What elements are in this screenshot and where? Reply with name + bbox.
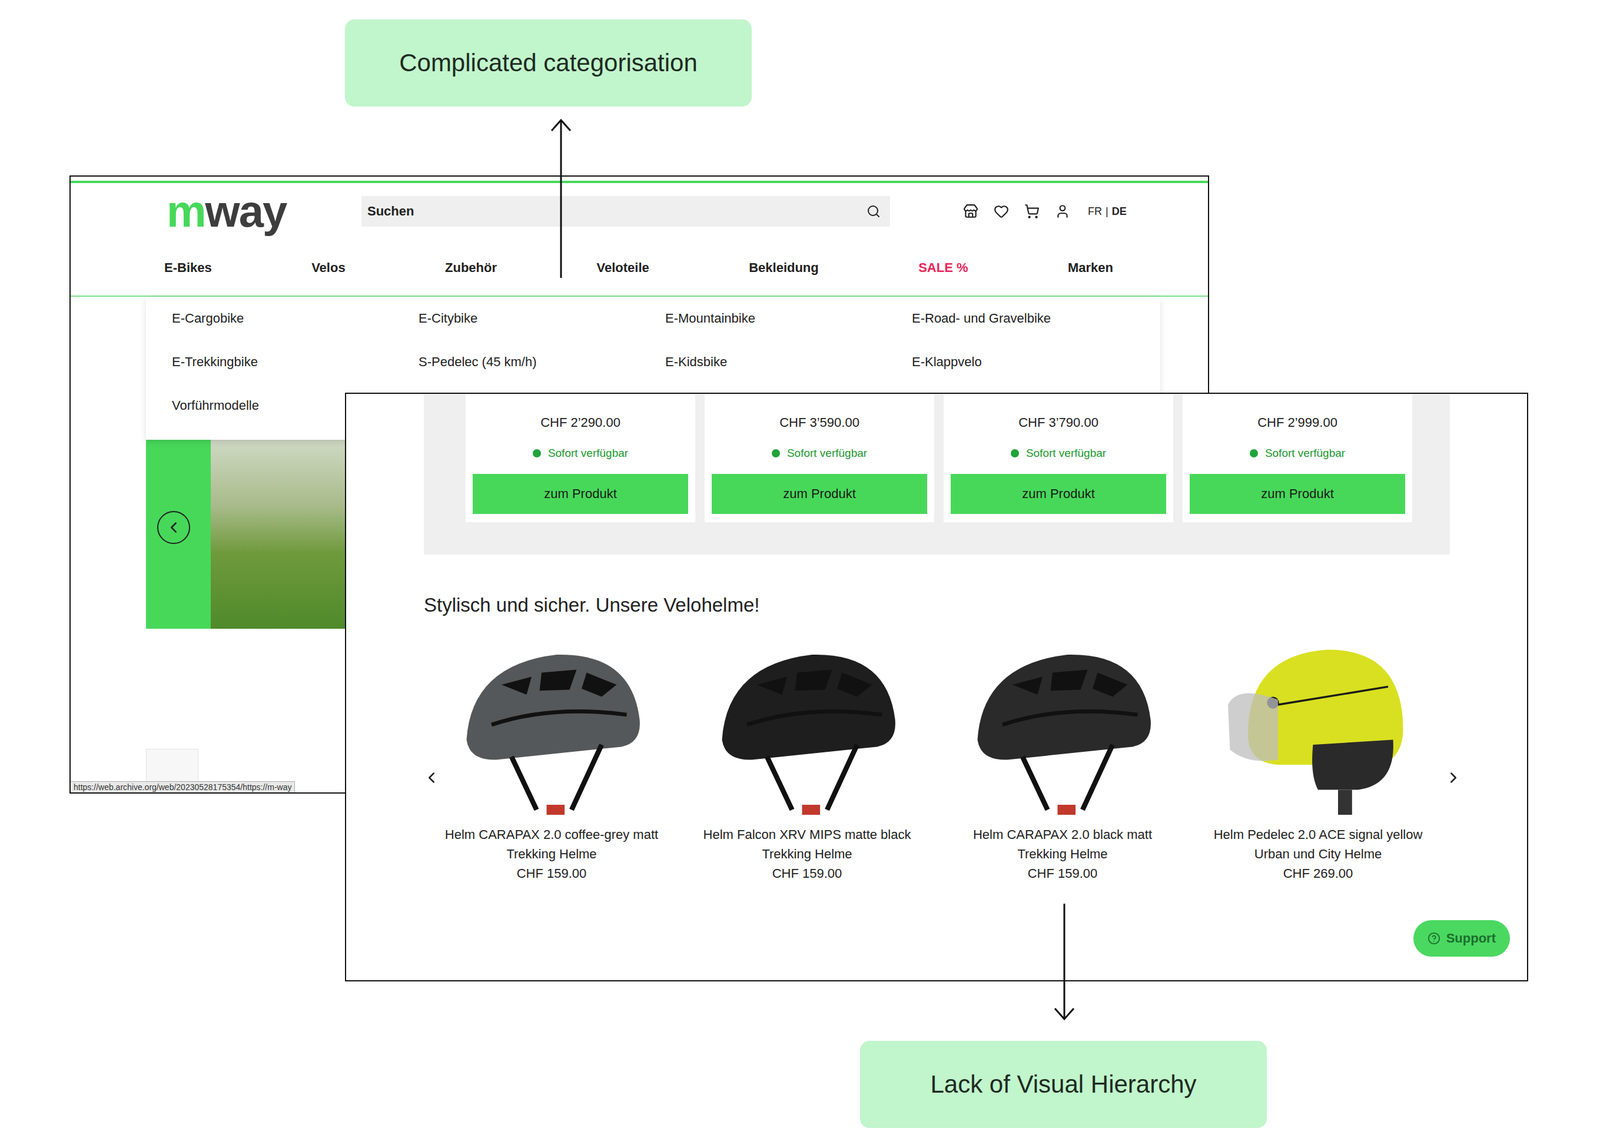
search-field[interactable]: Suchen [361, 196, 891, 227]
helmet-card[interactable]: Helm Pedelec 2.0 ACE signal yellowUrban … [1190, 624, 1446, 884]
nav-item[interactable]: Marken [1067, 260, 1114, 276]
product-button[interactable]: zum Produkt [1189, 473, 1406, 514]
user-icon[interactable] [1054, 203, 1071, 219]
availability-dot [1249, 449, 1258, 458]
product-button[interactable]: zum Produkt [472, 473, 689, 514]
helmet-price: CHF 159.00 [1027, 863, 1098, 884]
dropdown-item[interactable]: S-Pedelec (45 km/h) [418, 354, 666, 370]
availability: Sofort verfügbar [1010, 446, 1107, 460]
helmet-name: Helm CARAPAX 2.0 black matt [973, 824, 1153, 845]
screenshot-products: CHF 2’290.00Sofort verfügbarzum ProduktC… [344, 392, 1529, 982]
helmet-carousel: Helm CARAPAX 2.0 coffee-grey mattTrekkin… [346, 624, 1528, 884]
helmet-category: Trekking Helme [1017, 844, 1108, 864]
availability-dot [1010, 449, 1019, 458]
nav-item[interactable]: Bekleidung [748, 260, 819, 276]
help-icon [1427, 931, 1441, 945]
logo[interactable]: mway [166, 188, 362, 234]
language-separator: | [1105, 205, 1109, 218]
availability-dot [771, 449, 780, 458]
banner-prev-button[interactable] [157, 510, 191, 544]
helmet-price: CHF 159.00 [772, 863, 843, 884]
annotation-label: Complicated categorisation [344, 19, 752, 107]
product-price: CHF 3’590.00 [779, 415, 860, 431]
banner-green-block [145, 439, 211, 629]
helmet-category: Trekking Helme [761, 844, 852, 864]
helmet-icon [962, 624, 1163, 825]
dropdown-item[interactable]: E-Road- und Gravelbike [911, 310, 1159, 327]
product-card: CHF 2’999.00 Sofort verfügbar zum Produkt [1182, 393, 1413, 523]
product-price: CHF 3’790.00 [1018, 415, 1099, 431]
helmet-price: CHF 269.00 [1283, 863, 1354, 884]
helmet-category: Trekking Helme [506, 844, 597, 864]
helmet-card[interactable]: Helm Falcon XRV MIPS matte blackTrekking… [679, 624, 935, 884]
product-button[interactable]: zum Produkt [711, 473, 928, 514]
dropdown-item[interactable]: E-Klappvelo [911, 354, 1159, 370]
dropdown-item[interactable]: E-Cargobike [171, 310, 419, 327]
status-url: https://web.archive.org/web/202305281753… [70, 781, 295, 793]
language-option[interactable]: FR [1087, 205, 1102, 218]
helmet-icon [451, 624, 652, 825]
product-card: CHF 3’790.00 Sofort verfügbar zum Produkt [943, 393, 1174, 523]
availability: Sofort verfügbar [1249, 446, 1346, 460]
chevron-right-icon [1444, 765, 1463, 790]
helmet-icon [706, 624, 908, 825]
helmet-card[interactable]: Helm CARAPAX 2.0 coffee-grey mattTrekkin… [423, 624, 680, 884]
helmet-icon [1217, 624, 1419, 825]
dropdown-item[interactable]: E-Trekkingbike [171, 354, 419, 370]
chevron-left-icon [164, 518, 183, 537]
helmet-grid: Helm CARAPAX 2.0 coffee-grey mattTrekkin… [423, 624, 1528, 884]
store-icon[interactable] [963, 203, 979, 219]
helmet-price: CHF 159.00 [516, 863, 587, 884]
helmet-card[interactable]: Helm CARAPAX 2.0 black mattTrekking Helm… [934, 624, 1191, 884]
carousel-next[interactable] [1444, 763, 1463, 792]
product-panel: CHF 2’290.00Sofort verfügbarzum ProduktC… [423, 393, 1450, 555]
heart-icon[interactable] [993, 203, 1009, 219]
helmet-name: Helm Pedelec 2.0 ACE signal yellow [1213, 824, 1423, 845]
language-option[interactable]: DE [1111, 205, 1127, 218]
availability-dot [532, 449, 541, 458]
search-icon[interactable] [866, 204, 881, 219]
dropdown-item[interactable]: E-Mountainbike [665, 310, 912, 327]
availability: Sofort verfügbar [771, 446, 868, 460]
canvas: Complicated categorisation mwaySuchen FR|D… [0, 0, 1600, 1148]
support-button[interactable]: Support [1413, 920, 1510, 957]
dropdown-item[interactable]: E-Kidsbike [665, 354, 912, 370]
product-price: CHF 2’999.00 [1257, 415, 1338, 431]
helmet-category: Urban und City Helme [1254, 844, 1382, 864]
arrow-down-icon [1052, 903, 1077, 1022]
cart-icon[interactable] [1024, 203, 1040, 219]
carousel-prev[interactable] [422, 763, 441, 792]
helmet-name: Helm Falcon XRV MIPS matte black [703, 824, 912, 845]
main-nav: E-Bikes Velos Zubehör Veloteile Bekleidung SA… [70, 239, 1208, 297]
nav-item[interactable]: Velos [311, 260, 345, 276]
arrow-up-icon [549, 117, 573, 280]
header-icons: FR|DE [963, 203, 1127, 219]
language-switch: FR|DE [1087, 205, 1127, 218]
annotation-label: Lack of Visual Hierarchy [860, 1040, 1267, 1128]
helmet-name: Helm CARAPAX 2.0 coffee-grey matt [445, 824, 659, 845]
nav-item[interactable]: SALE % [918, 260, 968, 276]
nav-item[interactable]: Veloteile [596, 260, 649, 276]
product-price: CHF 2’290.00 [540, 415, 621, 431]
nav-item[interactable]: Zubehör [445, 260, 497, 276]
chevron-left-icon [422, 765, 441, 790]
top-accent-line [70, 180, 1208, 184]
dropdown-item[interactable]: E-Citybike [418, 310, 666, 327]
product-button[interactable]: zum Produkt [950, 473, 1167, 514]
product-card: CHF 2’290.00 Sofort verfügbar zum Produkt [465, 393, 696, 523]
availability: Sofort verfügbar [532, 446, 629, 460]
section-title: Stylisch und sicher. Unsere Velohelme! [423, 593, 1528, 617]
site-header: mwaySuchen FR|DE [70, 183, 1208, 240]
product-card: CHF 3’590.00 Sofort verfügbar zum Produkt [704, 393, 935, 523]
nav-item[interactable]: E-Bikes [164, 260, 212, 276]
